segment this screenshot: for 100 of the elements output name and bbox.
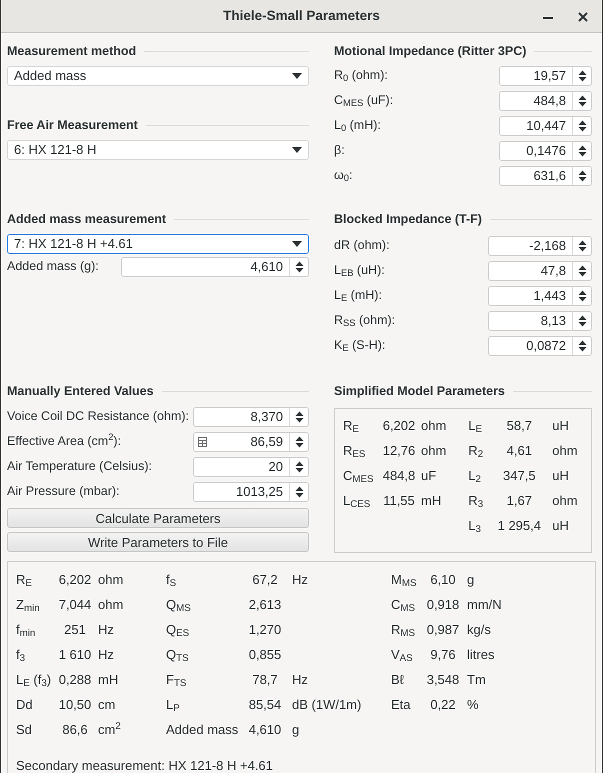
parameter-symbol: f$_{S}$ (166, 570, 178, 590)
field-label: dR (ohm): (334, 237, 390, 254)
parameter-symbol: R$_{MS}$ (391, 620, 416, 640)
field-label: K$_{E}$ (S-H): (334, 337, 386, 355)
number-spin-field[interactable]: 1,443 (488, 286, 592, 306)
parameter-symbol: Q$_{TS}$ (166, 646, 190, 664)
field-label: β: (334, 142, 345, 160)
parameter-unit: uH (552, 466, 569, 485)
parameter-unit: mH (421, 492, 442, 510)
parameter-value: 6,10 (429, 570, 457, 589)
spin-arrows-icon[interactable] (294, 460, 304, 472)
spin-arrows-icon[interactable] (578, 290, 586, 302)
parameter-unit: ohm (421, 416, 446, 435)
parameter-unit: ohm (552, 492, 578, 510)
spin-arrows-icon[interactable] (294, 260, 304, 272)
dropdown[interactable]: Added mass (7, 66, 309, 86)
parameter-symbol: Z$_{min}$ (16, 596, 41, 614)
parameter-value: 347,5 (502, 466, 537, 485)
spin-arrows-icon[interactable] (578, 170, 586, 182)
parameter-value: 484,8 (382, 466, 416, 485)
section-heading: Motional Impedance (Ritter 3PC) (334, 42, 526, 60)
parameter-symbol: L$_{3}$ (468, 516, 482, 536)
parameter-value: 67,2 (251, 570, 279, 589)
parameter-unit: litres (467, 646, 494, 664)
dropdown-caret-icon[interactable] (292, 147, 302, 153)
field-label: Air Temperature (Celsius): (7, 458, 152, 476)
parameter-symbol: L$_{P}$ (166, 696, 181, 714)
parameter-value: 7,044 (58, 596, 92, 614)
number-spin-field[interactable]: 0,1476 (499, 140, 592, 160)
number-spin-field[interactable]: -2,168 (488, 236, 592, 256)
parameter-symbol: Eta (391, 696, 412, 714)
spin-arrows-icon[interactable] (294, 486, 304, 498)
spin-arrows-icon[interactable] (578, 120, 586, 132)
parameter-unit: Hz (292, 670, 308, 689)
parameter-value: 58,7 (506, 416, 533, 435)
parameter-symbol: f$_{3}$ (16, 646, 26, 664)
parameter-unit: dB (1W/1m) (292, 696, 362, 714)
parameter-symbol: Sd (16, 720, 33, 739)
parameter-value: 0,918 (426, 596, 460, 614)
parameter-value: 11,55 (382, 492, 416, 510)
parameter-symbol: f$_{min}$ (16, 620, 36, 640)
section-heading: Manually Entered Values (7, 382, 154, 400)
spin-arrows-icon[interactable] (578, 314, 586, 326)
parameter-value: 0,288 (58, 670, 92, 689)
section-heading: Measurement method (7, 42, 136, 60)
field-label: C$_{MES}$ (uF): (334, 92, 394, 110)
spin-arrows-icon[interactable] (294, 436, 304, 448)
dropdown[interactable]: 7: HX 121-8 H +4.61 (7, 234, 309, 254)
spin-arrows-icon[interactable] (578, 70, 586, 82)
parameter-unit: uF (421, 466, 436, 485)
parameter-symbol: M$_{MS}$ (391, 570, 418, 590)
parameter-unit: mm/N (467, 596, 502, 614)
action-button[interactable]: Calculate Parameters (7, 508, 309, 528)
parameter-symbol: R$_{ES}$ (343, 442, 366, 460)
number-spin-field[interactable]: 19,57 (499, 66, 592, 86)
field-label: Voice Coil DC Resistance (ohm): (7, 408, 190, 426)
number-spin-field[interactable]: 86,59 (193, 432, 309, 452)
parameter-symbol: L$_{2}$ (468, 466, 482, 486)
parameter-symbol: L$_{E}$ (468, 416, 484, 436)
number-spin-field[interactable]: 8,13 (488, 310, 592, 330)
dropdown-caret-icon[interactable] (292, 73, 302, 79)
spin-arrows-icon[interactable] (578, 264, 586, 276)
calculator-icon[interactable] (198, 436, 207, 446)
parameter-unit: kg/s (467, 620, 491, 639)
number-spin-field[interactable]: 20 (193, 456, 309, 476)
close-icon[interactable] (578, 12, 588, 22)
number-spin-field[interactable]: 1013,25 (193, 482, 309, 502)
number-spin-field[interactable]: 47,8 (488, 260, 592, 280)
field-label: R$_{0}$ (ohm): (334, 67, 388, 85)
parameter-unit: mH (98, 670, 118, 689)
action-button[interactable]: Write Parameters to File (7, 532, 309, 552)
spin-arrows-icon[interactable] (578, 340, 586, 352)
number-spin-field[interactable]: 8,370 (193, 406, 309, 426)
number-spin-field[interactable]: 0,0872 (488, 336, 592, 356)
parameter-symbol: Bℓ (391, 670, 405, 689)
parameter-symbol: R$_{3}$ (468, 492, 484, 510)
spin-arrows-icon[interactable] (578, 144, 586, 156)
parameter-value: 0,855 (248, 646, 282, 664)
number-spin-field[interactable]: 484,8 (499, 90, 592, 110)
parameter-symbol: Q$_{ES}$ (166, 620, 190, 640)
parameter-unit: % (467, 696, 479, 714)
spin-arrows-icon[interactable] (294, 410, 304, 422)
spin-arrows-icon[interactable] (578, 240, 586, 252)
parameter-symbol: C$_{MS}$ (391, 596, 416, 614)
field-label: ω$_{0}$: (334, 167, 352, 185)
number-spin-field[interactable]: 10,447 (499, 116, 592, 136)
parameter-symbol: L$_{E}$ (f$_{3}$) (16, 670, 52, 690)
dropdown[interactable]: 6: HX 121-8 H (7, 140, 309, 160)
spin-arrows-icon[interactable] (578, 94, 586, 106)
parameter-unit: uH (552, 516, 569, 535)
secondary-measurement-note: Secondary measurement: HX 121-8 H +4.61 (16, 757, 274, 773)
section-heading: Simplified Model Parameters (334, 382, 505, 400)
dropdown-caret-icon[interactable] (292, 241, 302, 247)
parameter-value: 1,67 (506, 492, 533, 510)
parameter-value: 9,76 (429, 646, 457, 664)
field-label: R$_{SS}$ (ohm): (334, 312, 396, 330)
number-spin-field[interactable]: 4,610 (121, 256, 309, 276)
number-spin-field[interactable]: 631,6 (499, 166, 592, 186)
field-label: Effective Area (cm$^{2}$): (7, 432, 122, 450)
parameter-unit: uH (552, 416, 569, 435)
